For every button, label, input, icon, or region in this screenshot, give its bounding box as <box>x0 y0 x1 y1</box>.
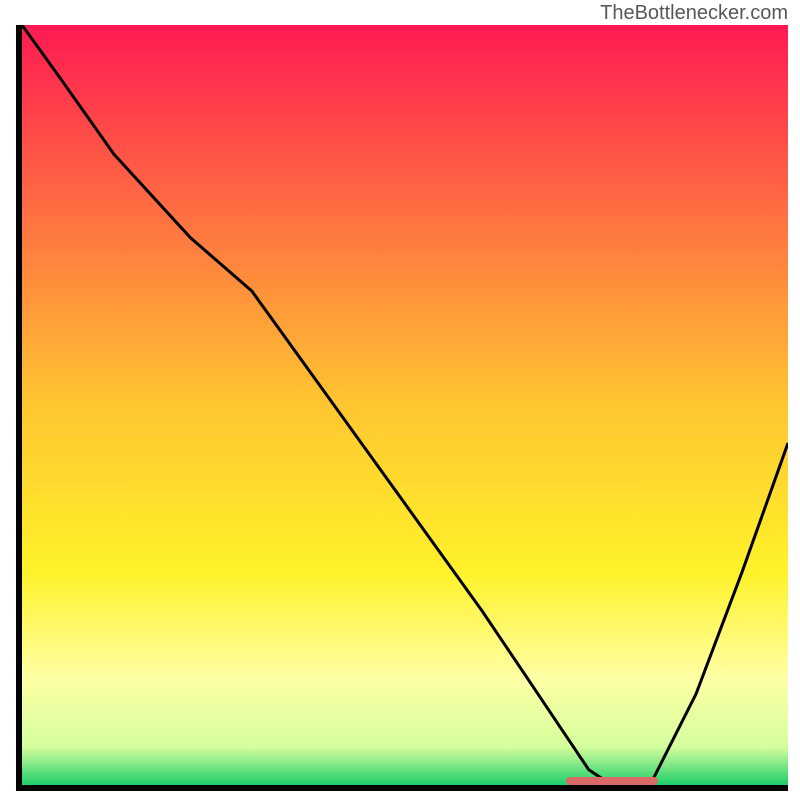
watermark-text: TheBottlenecker.com <box>600 2 788 25</box>
curve-layer <box>22 25 788 785</box>
chart-plot-area <box>16 25 788 791</box>
optimal-range-marker <box>566 777 658 785</box>
bottleneck-curve <box>22 25 788 785</box>
